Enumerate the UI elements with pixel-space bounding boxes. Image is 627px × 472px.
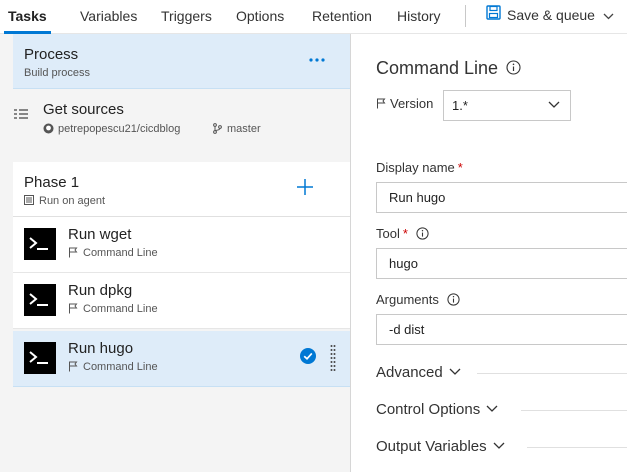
command-line-icon: [24, 342, 56, 374]
info-icon[interactable]: [506, 60, 521, 75]
arguments-label-text: Arguments: [376, 292, 439, 307]
display-name-field[interactable]: Run hugo: [376, 182, 627, 213]
version-select[interactable]: 1.*: [443, 90, 571, 121]
task-subtitle-text: Command Line: [83, 361, 158, 373]
save-and-queue-label: Save & queue: [507, 7, 595, 23]
phase-node[interactable]: Phase 1 Run on agent: [13, 162, 350, 217]
tab-history[interactable]: History: [397, 0, 441, 34]
process-title: Process: [24, 46, 79, 63]
task-details-title: Command Line: [376, 58, 521, 79]
list-icon: [13, 108, 29, 127]
top-tab-bar: Tasks Variables Triggers Options Retenti…: [0, 0, 627, 34]
checkmark-circle-icon[interactable]: [300, 348, 316, 369]
chevron-down-icon: [486, 405, 498, 412]
section-label: Control Options: [376, 401, 481, 418]
section-label: Output Variables: [376, 438, 487, 455]
flag-icon: [69, 361, 78, 372]
task-details-pane: Command Line Version 1.* Display name * R…: [351, 34, 627, 472]
flag-icon: [377, 98, 386, 109]
task-subtitle-text: Command Line: [83, 303, 158, 315]
agent-icon: [24, 195, 34, 206]
output-variables-section-toggle[interactable]: Output Variables: [376, 438, 505, 455]
task-subtitle: Command Line: [68, 303, 158, 315]
repository-name: petrepopescu21/cicdblog: [58, 123, 181, 135]
branch-name: master: [227, 123, 261, 135]
phase-title: Phase 1: [24, 174, 80, 191]
section-divider: [477, 373, 627, 374]
section-divider: [521, 410, 627, 411]
tab-triggers[interactable]: Triggers: [161, 0, 212, 34]
required-marker: *: [457, 160, 463, 175]
tab-options[interactable]: Options: [236, 0, 284, 34]
process-subtitle: Build process: [24, 67, 91, 79]
task-item-run-wget[interactable]: Run wget Command Line: [13, 217, 350, 273]
display-name-label-text: Display name: [376, 160, 455, 175]
version-label-text: Version: [390, 96, 434, 111]
save-icon: [486, 0, 501, 30]
tab-variables[interactable]: Variables: [80, 0, 137, 34]
tool-label: Tool *: [376, 226, 429, 241]
save-and-queue-button[interactable]: Save & queue: [486, 0, 614, 34]
get-sources-title: Get sources: [43, 101, 124, 118]
pipeline-tree-pane: Process Build process Get sources petrep…: [0, 34, 350, 472]
chevron-down-icon: [548, 101, 560, 108]
tab-retention[interactable]: Retention: [312, 0, 372, 34]
branch-icon: [213, 122, 222, 134]
display-name-label: Display name *: [376, 160, 463, 175]
flag-icon: [69, 303, 78, 314]
ellipsis-icon[interactable]: [308, 51, 326, 69]
phase-subtitle: Run on agent: [24, 195, 105, 207]
task-type-title: Command Line: [376, 58, 499, 78]
arguments-field[interactable]: -d dist: [376, 314, 627, 345]
task-subtitle: Command Line: [68, 247, 158, 259]
tool-label-text: Tool: [376, 226, 400, 241]
task-item-run-hugo[interactable]: Run hugo Command Line: [13, 331, 350, 387]
advanced-section-toggle[interactable]: Advanced: [376, 364, 461, 381]
chevron-down-icon: [493, 442, 505, 449]
info-icon[interactable]: [447, 292, 460, 306]
arguments-label: Arguments: [376, 292, 460, 307]
process-node[interactable]: Process Build process: [13, 34, 350, 89]
tool-field[interactable]: hugo: [376, 248, 627, 279]
add-task-icon[interactable]: [296, 178, 314, 196]
get-sources-node[interactable]: Get sources petrepopescu21/cicdblog mast…: [13, 94, 350, 144]
phase-subtitle-text: Run on agent: [39, 195, 106, 207]
control-options-section-toggle[interactable]: Control Options: [376, 401, 498, 418]
drag-handle-icon[interactable]: [330, 344, 336, 379]
info-icon[interactable]: [416, 226, 429, 240]
required-marker: *: [402, 226, 408, 241]
branch-label: master: [213, 122, 261, 135]
chevron-down-icon: [603, 0, 614, 30]
version-value: 1.*: [452, 98, 468, 113]
task-title: Run hugo: [68, 340, 134, 357]
section-label: Advanced: [376, 364, 443, 381]
task-item-run-dpkg[interactable]: Run dpkg Command Line: [13, 273, 350, 329]
version-label: Version: [376, 96, 433, 111]
section-divider: [527, 447, 627, 448]
command-line-icon: [24, 228, 56, 260]
flag-icon: [69, 247, 78, 258]
github-icon: [43, 123, 54, 134]
tab-tasks[interactable]: Tasks: [4, 0, 51, 34]
task-subtitle-text: Command Line: [83, 247, 158, 259]
repository-label: petrepopescu21/cicdblog: [43, 123, 180, 135]
command-line-icon: [24, 284, 56, 316]
chevron-down-icon: [449, 368, 461, 375]
task-title: Run dpkg: [68, 282, 133, 299]
toolbar-separator: [465, 5, 466, 27]
task-subtitle: Command Line: [68, 361, 158, 373]
task-title: Run wget: [68, 226, 132, 243]
